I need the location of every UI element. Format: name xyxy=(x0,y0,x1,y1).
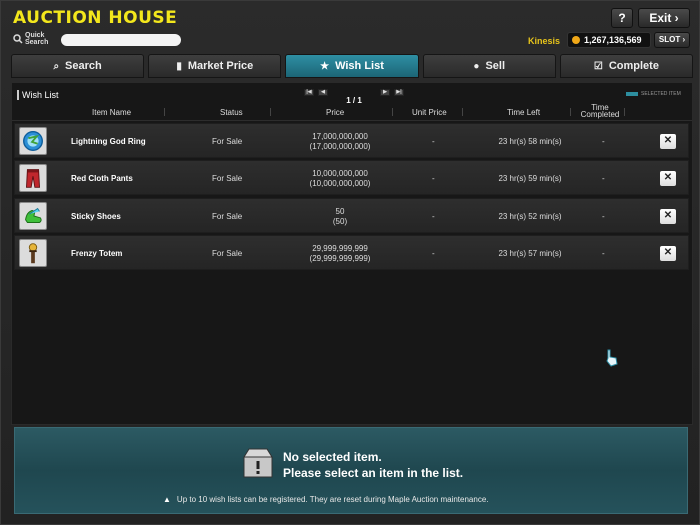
meso-balance: 1,267,136,569 xyxy=(567,32,651,48)
item-price: 17,000,000,000 (17,000,000,000) xyxy=(285,132,395,152)
table-header: Item Name Status Price Unit Price Time L… xyxy=(12,103,692,121)
exit-button[interactable]: Exit › xyxy=(638,8,690,28)
time-completed: - xyxy=(602,212,605,221)
world-name: Kinesis xyxy=(528,36,561,46)
selected-item-legend: SELECTED ITEM xyxy=(626,91,681,97)
tab-wish-list[interactable]: ★ Wish List xyxy=(285,54,419,78)
hand-cursor-icon xyxy=(606,349,618,367)
totem-icon xyxy=(19,239,47,267)
col-status: Status xyxy=(220,108,243,117)
table-row[interactable]: Frenzy Totem For Sale 29,999,999,999 (29… xyxy=(14,235,689,270)
tab-label: Sell xyxy=(485,60,506,72)
time-completed: - xyxy=(602,137,605,146)
price-value: 10,000,000,000 xyxy=(312,169,368,178)
tab-label: Wish List xyxy=(335,60,384,72)
checkbox-icon: ☑ xyxy=(593,60,603,72)
ring-icon xyxy=(19,127,47,155)
quick-search-label: Quick Search xyxy=(25,32,49,46)
no-selection-hint: Please select an item in the list. xyxy=(283,466,464,480)
delete-button[interactable]: ✕ xyxy=(660,209,676,224)
item-detail-panel: No selected item. Please select an item … xyxy=(14,427,688,514)
item-name: Red Cloth Pants xyxy=(71,174,133,183)
time-left: 23 hr(s) 59 min(s) xyxy=(498,174,562,183)
table-row[interactable]: Red Cloth Pants For Sale 10,000,000,000 … xyxy=(14,160,689,195)
tab-market-price[interactable]: ▮ Market Price xyxy=(148,54,282,78)
delete-button[interactable]: ✕ xyxy=(660,134,676,149)
slot-label: SLOT xyxy=(658,35,681,44)
item-price: 50 (50) xyxy=(285,207,395,227)
price-value: 17,000,000,000 xyxy=(312,132,368,141)
pager: |◀ ◀ 1 / 1 ▶ ▶| xyxy=(304,88,404,105)
time-left: 23 hr(s) 52 min(s) xyxy=(498,212,562,221)
tab-label: Market Price xyxy=(187,60,254,72)
first-page-button[interactable]: |◀ xyxy=(304,89,314,96)
delete-button[interactable]: ✕ xyxy=(660,246,676,261)
col-price: Price xyxy=(326,108,345,117)
col-item-name: Item Name xyxy=(92,108,132,117)
tab-bar: ⌕ Search ▮ Market Price ★ Wish List ● Se… xyxy=(11,54,694,78)
box-warning-icon xyxy=(243,448,273,478)
time-completed: - xyxy=(602,249,605,258)
warning-icon: ▲ xyxy=(163,495,171,504)
item-name: Frenzy Totem xyxy=(71,249,123,258)
chevron-right-icon: › xyxy=(674,11,679,25)
col-time-completed: Time Completed xyxy=(580,103,620,119)
unit-price: - xyxy=(432,212,435,221)
window-title: AUCTION HOUSE xyxy=(13,8,178,28)
price-sub-value: (17,000,000,000) xyxy=(309,142,371,151)
tab-search[interactable]: ⌕ Search xyxy=(11,54,145,78)
col-time-left: Time Left xyxy=(507,108,541,117)
tab-sell[interactable]: ● Sell xyxy=(422,54,556,78)
exit-label: Exit xyxy=(649,11,672,25)
price-sub-value: (29,999,999,999) xyxy=(309,254,371,263)
table-row[interactable]: Sticky Shoes For Sale 50 (50) - 23 hr(s)… xyxy=(14,198,689,233)
price-value: 29,999,999,999 xyxy=(312,244,368,253)
col-unit-price: Unit Price xyxy=(412,108,447,117)
shoes-icon xyxy=(19,202,47,230)
item-price: 10,000,000,000 (10,000,000,000) xyxy=(285,169,395,189)
coin-icon: ● xyxy=(473,60,480,72)
wish-list-panel: Wish List |◀ ◀ 1 / 1 ▶ ▶| SELECTED ITEM … xyxy=(11,82,693,425)
price-value: 50 xyxy=(335,207,345,216)
wish-list-notice: ▲ Up to 10 wish lists can be registered. … xyxy=(163,495,489,504)
price-sub-value: (50) xyxy=(332,217,348,226)
time-left: 23 hr(s) 57 min(s) xyxy=(498,249,562,258)
table-row[interactable]: Lightning God Ring For Sale 17,000,000,0… xyxy=(14,123,689,158)
notice-text: Up to 10 wish lists can be registered. T… xyxy=(176,495,489,504)
time-left: 23 hr(s) 58 min(s) xyxy=(498,137,562,146)
unit-price: - xyxy=(432,174,435,183)
tab-label: Search xyxy=(65,60,102,72)
unit-price: - xyxy=(432,137,435,146)
legend-label: SELECTED ITEM xyxy=(641,91,681,97)
meso-coin-icon xyxy=(572,36,580,44)
item-status: For Sale xyxy=(212,249,243,258)
search-icon xyxy=(13,34,23,44)
tab-label: Complete xyxy=(608,60,659,72)
quick-search-input[interactable] xyxy=(61,34,181,46)
meso-amount: 1,267,136,569 xyxy=(584,35,642,45)
star-icon: ★ xyxy=(320,60,330,72)
item-status: For Sale xyxy=(212,174,243,183)
auction-window: AUCTION HOUSE Quick Search ? Exit › Kine… xyxy=(0,0,700,525)
search-icon: ⌕ xyxy=(53,60,60,72)
slot-button[interactable]: SLOT › xyxy=(654,32,690,48)
price-sub-value: (10,000,000,000) xyxy=(309,179,371,188)
help-button[interactable]: ? xyxy=(611,8,633,28)
item-status: For Sale xyxy=(212,137,243,146)
unit-price: - xyxy=(432,249,435,258)
no-selection-title: No selected item. xyxy=(283,450,382,464)
item-status: For Sale xyxy=(212,212,243,221)
prev-page-button[interactable]: ◀ xyxy=(318,89,328,96)
panel-title: Wish List xyxy=(17,90,59,100)
time-completed: - xyxy=(602,174,605,183)
next-page-button[interactable]: ▶ xyxy=(380,89,390,96)
tab-complete[interactable]: ☑ Complete xyxy=(559,54,694,78)
last-page-button[interactable]: ▶| xyxy=(394,89,404,96)
delete-button[interactable]: ✕ xyxy=(660,171,676,186)
pants-icon xyxy=(19,164,47,192)
item-name: Sticky Shoes xyxy=(71,212,121,221)
item-name: Lightning God Ring xyxy=(71,137,146,146)
bar-chart-icon: ▮ xyxy=(176,60,182,72)
item-price: 29,999,999,999 (29,999,999,999) xyxy=(285,244,395,264)
